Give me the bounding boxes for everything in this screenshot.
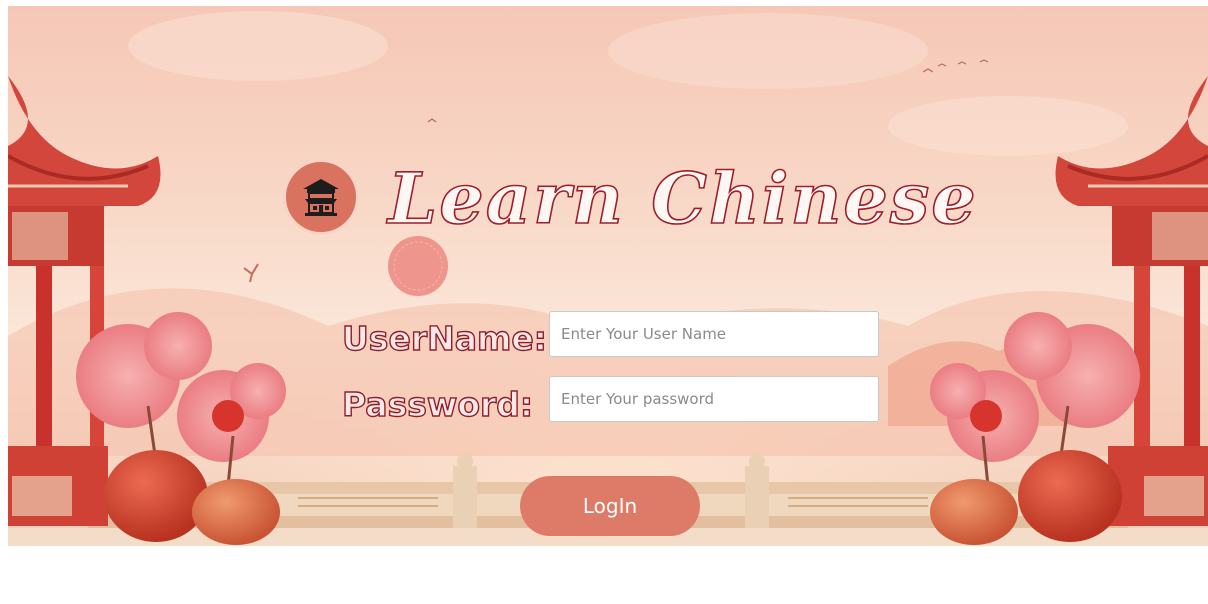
pagoda-house-icon [303,179,339,216]
login-button[interactable]: LogIn [520,476,700,536]
username-input[interactable] [549,311,879,357]
password-input[interactable] [549,376,879,422]
app-logo [283,159,359,235]
username-label: UserName: [341,319,547,358]
chinese-scenery-illustration [8,11,1208,546]
page-title: Learn Chinese [387,157,978,240]
password-label: Password: [341,385,534,424]
login-page-background: Learn Chinese UserName: Password: LogIn [8,6,1208,546]
